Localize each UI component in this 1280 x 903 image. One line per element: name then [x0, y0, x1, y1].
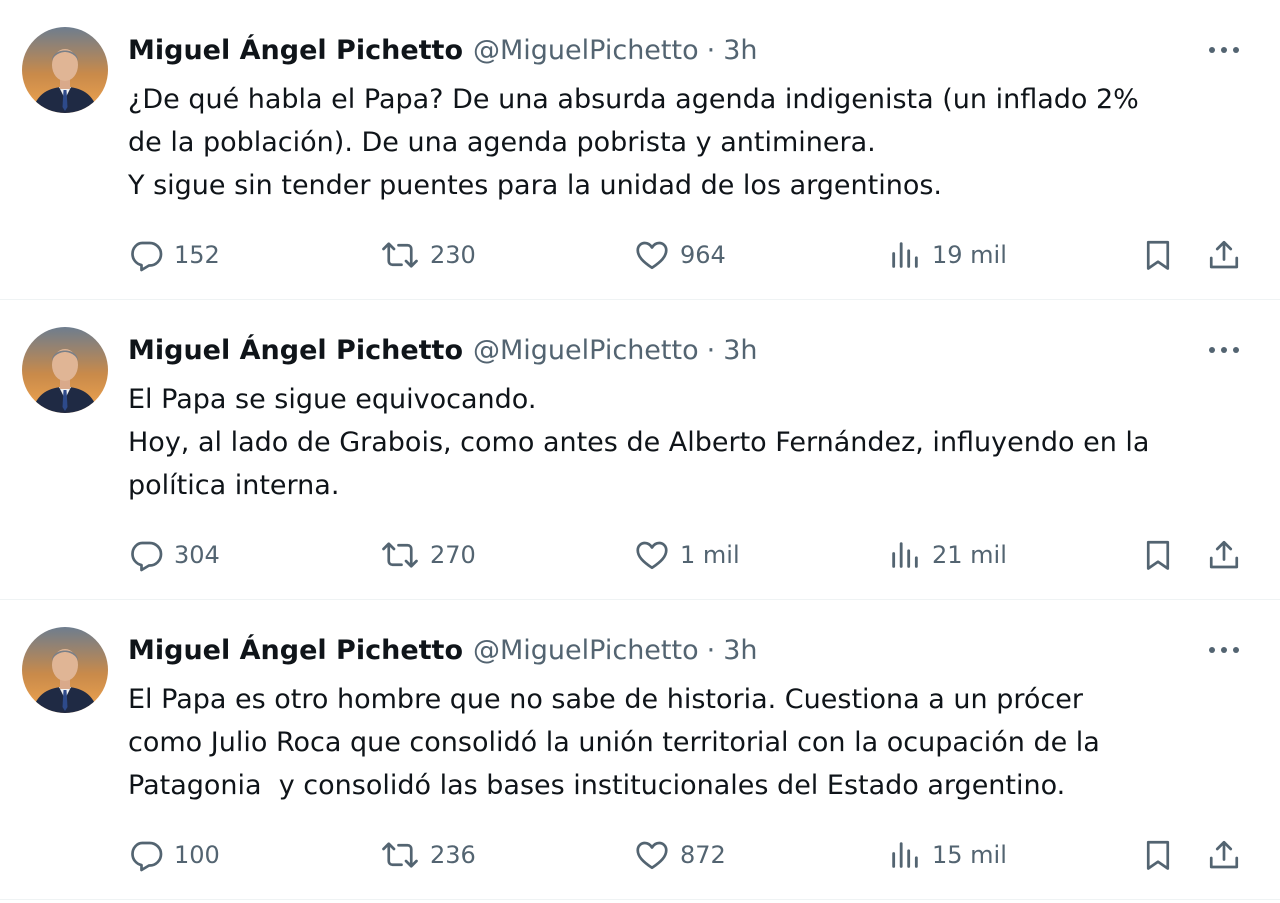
timestamp[interactable]: 3h [723, 635, 757, 666]
reply-count: 152 [174, 241, 220, 269]
views-button[interactable]: 19 mil [888, 233, 1007, 277]
like-count: 1 mil [680, 541, 740, 569]
reply-bubble-icon [131, 841, 163, 872]
retweet-count: 230 [430, 241, 476, 269]
bar-chart-icon [892, 242, 918, 268]
more-options-button[interactable] [1206, 36, 1242, 64]
avatar-image [22, 327, 108, 413]
bar-chart-icon [892, 542, 918, 568]
separator-dot: · [706, 334, 716, 366]
tweet-text-line: política interna. [128, 470, 340, 501]
tweet-actions: 100 236 872 15 mil [128, 833, 1248, 877]
retweet-arrows-icon [382, 842, 418, 868]
tweet-text-line: como Julio Roca que consolidó la unión t… [128, 727, 1100, 758]
author-handle[interactable]: @MiguelPichetto [473, 635, 699, 666]
reply-button[interactable]: 152 [128, 233, 220, 277]
bookmark-button[interactable] [1140, 233, 1176, 277]
tweet-text-line: El Papa es otro hombre que no sabe de hi… [128, 684, 1083, 715]
like-button[interactable]: 872 [634, 833, 726, 877]
bookmark-button[interactable] [1140, 533, 1176, 577]
tweet-text-line: Patagonia y consolidó las bases instituc… [128, 770, 1066, 801]
bar-chart-icon [892, 842, 918, 868]
reply-button[interactable]: 100 [128, 833, 220, 877]
tweet[interactable]: Miguel Ángel Pichetto @MiguelPichetto · … [0, 300, 1280, 600]
share-upload-icon [1209, 840, 1239, 869]
retweet-count: 236 [430, 841, 476, 869]
avatar-image [22, 627, 108, 713]
author-name[interactable]: Miguel Ángel Pichetto [128, 635, 463, 666]
more-options-button[interactable] [1206, 636, 1242, 664]
retweet-arrows-icon [382, 542, 418, 568]
reply-count: 304 [174, 541, 220, 569]
retweet-arrows-icon [382, 242, 418, 268]
tweet-text: El Papa es otro hombre que no sabe de hi… [128, 678, 1248, 807]
like-button[interactable]: 964 [634, 233, 726, 277]
tweet-text-line: El Papa se sigue equivocando. [128, 384, 537, 415]
views-count: 21 mil [932, 541, 1007, 569]
tweet-text-line: Y sigue sin tender puentes para la unida… [128, 170, 942, 201]
tweet-header: Miguel Ángel Pichetto @MiguelPichetto · … [128, 630, 758, 670]
retweet-button[interactable]: 230 [380, 233, 476, 277]
timestamp[interactable]: 3h [723, 335, 757, 366]
bookmark-icon [1146, 840, 1170, 870]
tweet-text-line: Hoy, al lado de Grabois, como antes de A… [128, 427, 1150, 458]
share-button[interactable] [1206, 233, 1242, 277]
tweet-header: Miguel Ángel Pichetto @MiguelPichetto · … [128, 330, 758, 370]
reply-button[interactable]: 304 [128, 533, 220, 577]
separator-dot: · [706, 34, 716, 66]
tweet[interactable]: Miguel Ángel Pichetto @MiguelPichetto · … [0, 600, 1280, 900]
views-count: 15 mil [932, 841, 1007, 869]
share-button[interactable] [1206, 833, 1242, 877]
author-name[interactable]: Miguel Ángel Pichetto [128, 335, 463, 366]
separator-dot: · [706, 634, 716, 666]
tweet-text-line: ¿De qué habla el Papa? De una absurda ag… [128, 84, 1139, 115]
more-horizontal-icon [1209, 47, 1239, 53]
avatar[interactable] [22, 627, 108, 713]
author-handle[interactable]: @MiguelPichetto [473, 35, 699, 66]
author-name[interactable]: Miguel Ángel Pichetto [128, 35, 463, 66]
tweet-header: Miguel Ángel Pichetto @MiguelPichetto · … [128, 30, 758, 70]
bookmark-icon [1146, 240, 1170, 270]
views-button[interactable]: 21 mil [888, 533, 1007, 577]
heart-icon [636, 241, 668, 270]
reply-bubble-icon [131, 541, 163, 572]
tweet-actions: 304 270 1 mil 21 mil [128, 533, 1248, 577]
like-button[interactable]: 1 mil [634, 533, 740, 577]
author-handle[interactable]: @MiguelPichetto [473, 335, 699, 366]
avatar[interactable] [22, 327, 108, 413]
views-count: 19 mil [932, 241, 1007, 269]
tweet[interactable]: Miguel Ángel Pichetto @MiguelPichetto · … [0, 0, 1280, 300]
more-horizontal-icon [1209, 347, 1239, 353]
like-count: 964 [680, 241, 726, 269]
share-upload-icon [1209, 240, 1239, 269]
heart-icon [636, 841, 668, 870]
tweet-text: El Papa se sigue equivocando. Hoy, al la… [128, 378, 1248, 507]
views-button[interactable]: 15 mil [888, 833, 1007, 877]
avatar[interactable] [22, 27, 108, 113]
tweet-text: ¿De qué habla el Papa? De una absurda ag… [128, 78, 1248, 207]
retweet-count: 270 [430, 541, 476, 569]
retweet-button[interactable]: 270 [380, 533, 476, 577]
like-count: 872 [680, 841, 726, 869]
reply-bubble-icon [131, 241, 163, 272]
tweet-actions: 152 230 964 19 mil [128, 233, 1248, 277]
bookmark-icon [1146, 540, 1170, 570]
share-button[interactable] [1206, 533, 1242, 577]
reply-count: 100 [174, 841, 220, 869]
bookmark-button[interactable] [1140, 833, 1176, 877]
heart-icon [636, 541, 668, 570]
more-horizontal-icon [1209, 647, 1239, 653]
more-options-button[interactable] [1206, 336, 1242, 364]
timestamp[interactable]: 3h [723, 35, 757, 66]
retweet-button[interactable]: 236 [380, 833, 476, 877]
tweet-text-line: de la población). De una agenda pobrista… [128, 127, 876, 158]
share-upload-icon [1209, 540, 1239, 569]
avatar-image [22, 27, 108, 113]
tweet-feed: Miguel Ángel Pichetto @MiguelPichetto · … [0, 0, 1280, 903]
